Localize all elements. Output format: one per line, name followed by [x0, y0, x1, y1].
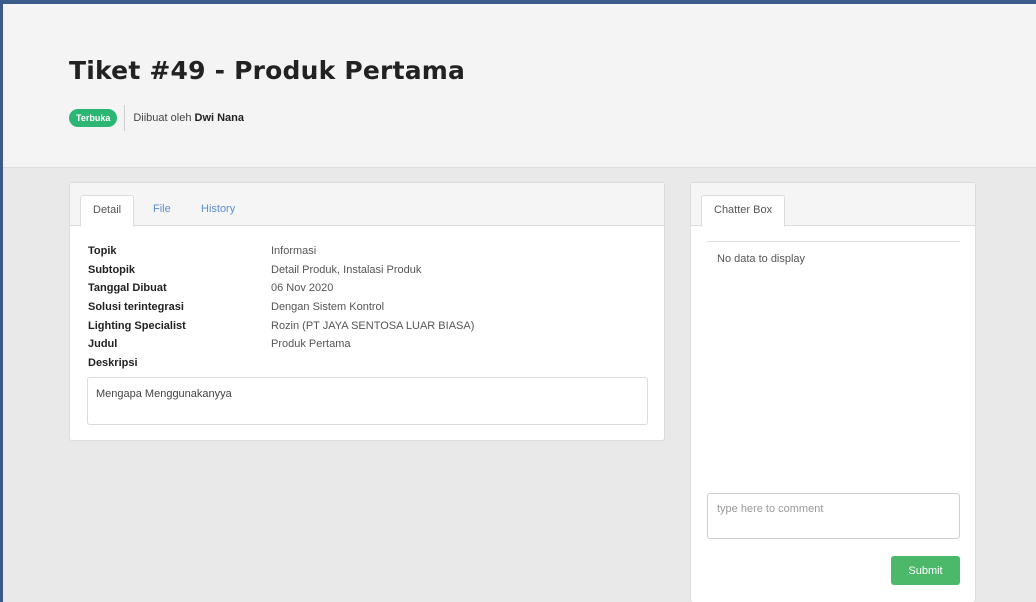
detail-tabs: Detail File History: [70, 183, 664, 227]
page-header: Tiket #49 - Produk Pertama Terbuka Diibu…: [3, 4, 1036, 168]
field-label: Topik: [88, 245, 117, 257]
field-label: Deskripsi: [88, 357, 138, 370]
created-by-name: Dwi Nana: [194, 112, 245, 124]
tab-chatter-box[interactable]: Chatter Box: [701, 195, 786, 227]
meta-divider: [124, 105, 126, 131]
comment-input[interactable]: [707, 493, 960, 539]
page-title: Tiket #49 - Produk Pertama: [69, 56, 466, 85]
submit-button[interactable]: Submit: [891, 556, 960, 585]
field-label: Subtopik: [88, 263, 136, 276]
tab-history[interactable]: History: [189, 195, 247, 226]
field-label: Lighting Specialist: [88, 319, 186, 332]
status-badge: Terbuka: [69, 109, 118, 127]
description-box: Mengapa Menggunakanyya: [87, 377, 648, 425]
created-by: Diibuat oleh Dwi Nana: [133, 112, 244, 124]
field-value: 06 Nov 2020: [271, 282, 334, 295]
field-label: Tanggal Dibuat: [88, 282, 167, 295]
field-value: Rozin (PT JAYA SENTOSA LUAR BIASA): [271, 319, 475, 332]
field-label: Judul: [88, 338, 118, 351]
field-value: Detail Produk, Instalasi Produk: [271, 263, 422, 276]
tab-detail[interactable]: Detail: [80, 195, 135, 227]
chat-tabs: Chatter Box: [691, 183, 975, 227]
tab-file[interactable]: File: [141, 195, 183, 226]
chat-divider: [707, 241, 960, 242]
created-by-prefix: Diibuat oleh: [133, 112, 192, 124]
chatter-box-card: Chatter Box No data to display Submit: [690, 182, 976, 602]
ticket-detail-card: Detail File History Topik Informasi Subt…: [69, 182, 665, 441]
field-label: Solusi terintegrasi: [88, 301, 184, 314]
chat-empty-message: No data to display: [717, 253, 806, 265]
field-value: Informasi: [271, 245, 317, 257]
field-value: Produk Pertama: [271, 338, 351, 351]
field-value: Dengan Sistem Kontrol: [271, 301, 385, 314]
ticket-meta: Terbuka Diibuat oleh Dwi Nana: [69, 104, 244, 132]
